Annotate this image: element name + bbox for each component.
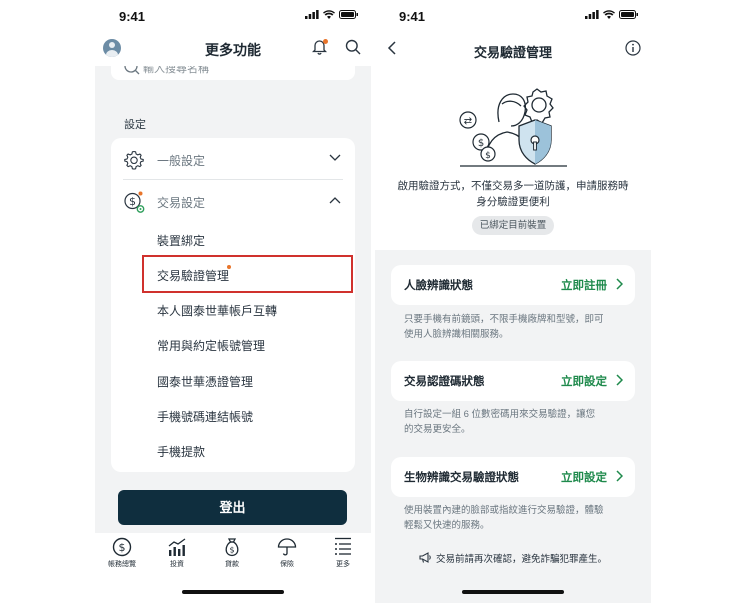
warning-notice: 交易前請再次確認，避免詐騙犯罪產生。 xyxy=(375,551,651,566)
svg-text:$: $ xyxy=(229,546,234,555)
umbrella-icon xyxy=(277,538,297,556)
menu-transaction-label: 交易設定 xyxy=(157,196,206,210)
transaction-code-desc: 自行設定一組 6 位數密碼用來交易驗證，讓您 的交易更安全。 xyxy=(404,407,633,437)
info-icon xyxy=(625,40,641,56)
tab-account-overview[interactable]: $ 帳務總覽 xyxy=(97,537,147,569)
bottom-tab-bar: $ 帳務總覽 投資 $ 貸款 保險 更多 xyxy=(95,533,371,603)
home-indicator xyxy=(462,590,564,594)
desc-line: 使用裝置內建的臉部或指紋進行交易驗證，體驗 xyxy=(404,505,604,516)
notification-button[interactable] xyxy=(311,39,328,60)
warning-text: 交易前請再次確認，避免詐騙犯罪產生。 xyxy=(435,554,607,565)
desc-line: 使用人臉辨識相關服務。 xyxy=(404,329,509,340)
wifi-icon xyxy=(323,10,335,19)
tab-label: 保險 xyxy=(280,561,294,568)
dollar-gear-icon: $ xyxy=(124,191,145,213)
biometric-desc: 使用裝置內建的臉部或指紋進行交易驗證，體驗 輕鬆又快速的服務。 xyxy=(404,503,633,533)
svg-text:$: $ xyxy=(478,138,484,149)
info-button[interactable] xyxy=(625,40,641,61)
megaphone-icon xyxy=(419,552,432,566)
transaction-code-card[interactable]: 交易認證碼狀態 立即設定 xyxy=(391,361,635,401)
svg-text:⇄: ⇄ xyxy=(464,116,472,127)
menu-general-settings[interactable]: 一般設定 xyxy=(111,139,355,179)
notification-dot xyxy=(323,39,328,44)
tab-label: 更多 xyxy=(336,561,350,568)
battery-icon xyxy=(619,10,638,19)
menu-list-icon xyxy=(335,537,351,555)
card-label: 生物辨識交易驗證狀態 xyxy=(404,472,519,484)
setup-now-link[interactable]: 立即設定 xyxy=(561,373,607,389)
desc-line: 輕鬆又快速的服務。 xyxy=(404,520,490,531)
page-title: 交易驗證管理 xyxy=(473,45,552,60)
signal-icon xyxy=(585,10,599,19)
menu-general-label: 一般設定 xyxy=(157,154,206,168)
setup-now-link[interactable]: 立即設定 xyxy=(561,469,607,485)
tab-loan[interactable]: $ 貸款 xyxy=(207,537,257,569)
device-bound-badge: 已綁定目前裝置 xyxy=(472,216,554,235)
face-recognition-desc: 只要手機有前鏡頭，不限手機廠牌和型號，即可 使用人臉辨識相關服務。 xyxy=(404,312,633,342)
tab-insurance[interactable]: 保險 xyxy=(262,537,312,569)
dollar-circle-icon: $ xyxy=(112,537,132,557)
chevron-right-icon xyxy=(616,278,623,290)
status-time: 9:41 xyxy=(399,9,426,24)
search-button[interactable] xyxy=(345,39,361,60)
transaction-verification-screen: 9:41 交易驗證管理 ⇄ $ $ 啟用驗證方式，不僅交易多一道防護，申請服務時… xyxy=(375,0,651,603)
tab-label: 投資 xyxy=(170,561,184,568)
menu-transaction-settings[interactable]: $ 交易設定 xyxy=(111,181,355,221)
intro-text: 啟用驗證方式，不僅交易多一道防護，申請服務時 身分驗證更便利 xyxy=(385,178,641,210)
search-icon xyxy=(124,66,140,75)
svg-text:$: $ xyxy=(119,541,126,554)
svg-text:$: $ xyxy=(129,195,136,208)
sub-item-phone-link-account[interactable]: 手機號碼連結帳號 xyxy=(157,408,253,426)
signal-icon xyxy=(305,10,319,19)
chevron-right-icon xyxy=(616,470,623,482)
money-bag-icon: $ xyxy=(225,538,239,557)
sub-item-own-account-transfer[interactable]: 本人國泰世華帳戶互轉 xyxy=(157,302,277,320)
highlight-box xyxy=(142,255,353,293)
card-label: 人臉辨識狀態 xyxy=(404,280,473,292)
home-indicator xyxy=(182,590,284,594)
sub-item-certificate-management[interactable]: 國泰世華憑證管理 xyxy=(157,373,253,391)
sub-item-frequent-accounts[interactable]: 常用與約定帳號管理 xyxy=(157,337,265,355)
search-field[interactable]: 輸入搜尋名稱 xyxy=(111,66,355,80)
intro-line-2: 身分驗證更便利 xyxy=(476,196,550,208)
top-nav-bar: 更多功能 xyxy=(95,30,371,66)
sub-item-device-binding[interactable]: 裝置綁定 xyxy=(157,232,205,250)
face-recognition-card[interactable]: 人臉辨識狀態 立即註冊 xyxy=(391,265,635,305)
tab-label: 貸款 xyxy=(225,561,239,568)
status-bar: 9:41 xyxy=(95,0,371,30)
sub-item-phone-withdrawal[interactable]: 手機提款 xyxy=(157,443,205,461)
search-icon xyxy=(345,39,361,55)
settings-section-label: 設定 xyxy=(124,119,146,131)
tab-investment[interactable]: 投資 xyxy=(152,537,202,569)
gear-icon xyxy=(124,150,144,170)
logout-button[interactable]: 登出 xyxy=(118,490,347,525)
chart-up-icon xyxy=(168,538,186,556)
tab-label: 帳務總覽 xyxy=(108,561,136,568)
security-illustration: ⇄ $ $ xyxy=(459,88,567,167)
intro-line-1: 啟用驗證方式，不僅交易多一道防護，申請服務時 xyxy=(397,180,629,192)
desc-line: 自行設定一組 6 位數密碼用來交易驗證，讓您 xyxy=(404,409,596,420)
more-functions-screen: 9:41 更多功能 輸入搜尋名稱 設定 一般設定 $ 交易設定 裝置綁定 交易驗… xyxy=(95,0,371,603)
wifi-icon xyxy=(603,10,615,19)
page-title: 更多功能 xyxy=(205,42,261,58)
divider xyxy=(123,179,343,180)
search-placeholder: 輸入搜尋名稱 xyxy=(143,66,209,75)
verification-header: 交易驗證管理 ⇄ $ $ 啟用驗證方式，不僅交易多一道防護，申請服務時 身分驗證… xyxy=(375,30,651,250)
desc-line: 只要手機有前鏡頭，不限手機廠牌和型號，即可 xyxy=(404,314,604,325)
tab-more[interactable]: 更多 xyxy=(318,537,368,569)
status-time: 9:41 xyxy=(119,9,146,24)
chevron-right-icon xyxy=(616,374,623,386)
chevron-down-icon xyxy=(329,154,341,161)
biometric-verification-card[interactable]: 生物辨識交易驗證狀態 立即設定 xyxy=(391,457,635,497)
card-label: 交易認證碼狀態 xyxy=(404,376,485,388)
status-bar: 9:41 xyxy=(375,0,651,30)
desc-line: 的交易更安全。 xyxy=(404,424,471,435)
register-now-link[interactable]: 立即註冊 xyxy=(561,277,607,293)
svg-text:$: $ xyxy=(485,151,491,161)
battery-icon xyxy=(339,10,358,19)
chevron-up-icon xyxy=(329,197,341,204)
settings-menu-card: 一般設定 $ 交易設定 裝置綁定 交易驗證管理 本人國泰世華帳戶互轉 常用與約定… xyxy=(111,138,355,472)
